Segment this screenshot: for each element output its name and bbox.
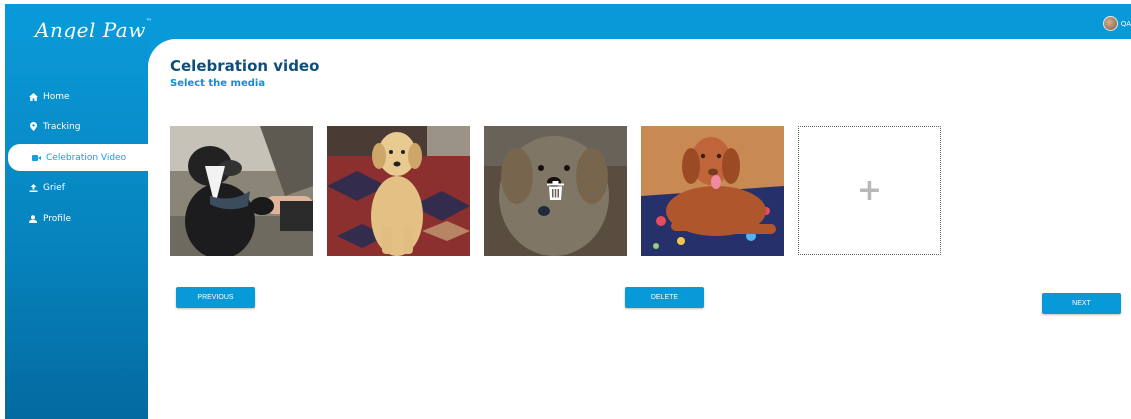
photo-vizsla-on-blanket [641,126,784,256]
page-subtitle: Select the media [170,78,266,89]
plus-icon: + [856,172,883,208]
page-title: Celebration video [170,57,320,75]
media-photo-3-selected[interactable] [484,126,627,256]
photo-dog-shaking-paw [170,126,313,256]
location-pin-icon [27,122,39,131]
next-button[interactable]: NEXT [1042,293,1121,314]
sidebar-item-tracking[interactable]: Tracking [5,113,148,140]
person-icon [27,214,39,223]
video-camera-icon [30,154,42,161]
sidebar: Home Tracking Celebration Video Grief Pr… [5,39,150,419]
sidebar-item-label: Grief [43,182,65,193]
trademark-symbol: ™ [145,18,153,25]
sidebar-item-grief[interactable]: Grief [5,174,148,201]
upload-icon [27,183,39,192]
sidebar-item-label: Celebration Video [46,152,127,163]
previous-button[interactable]: PREVIOUS [176,287,255,308]
sidebar-item-profile[interactable]: Profile [5,205,148,232]
sidebar-item-label: Profile [43,213,71,224]
media-photo-2[interactable] [327,126,470,256]
user-menu[interactable]: QA [1102,16,1131,31]
media-photo-1[interactable] [170,126,313,256]
sidebar-item-celebration-video[interactable]: Celebration Video [8,144,150,171]
photo-golden-retriever-on-rug [327,126,470,256]
user-avatar[interactable] [1102,16,1118,31]
sidebar-item-home[interactable]: Home [5,83,148,110]
trash-icon[interactable] [547,181,564,200]
home-icon [27,92,39,101]
sidebar-item-label: Home [43,91,70,102]
top-header-bar: Angel Paw™ QA [5,4,1131,42]
media-photo-4[interactable] [641,126,784,256]
sidebar-item-label: Tracking [43,121,81,132]
user-name: QA [1120,19,1131,28]
delete-button[interactable]: DELETE [625,287,704,308]
add-media-button[interactable]: + [798,126,941,255]
